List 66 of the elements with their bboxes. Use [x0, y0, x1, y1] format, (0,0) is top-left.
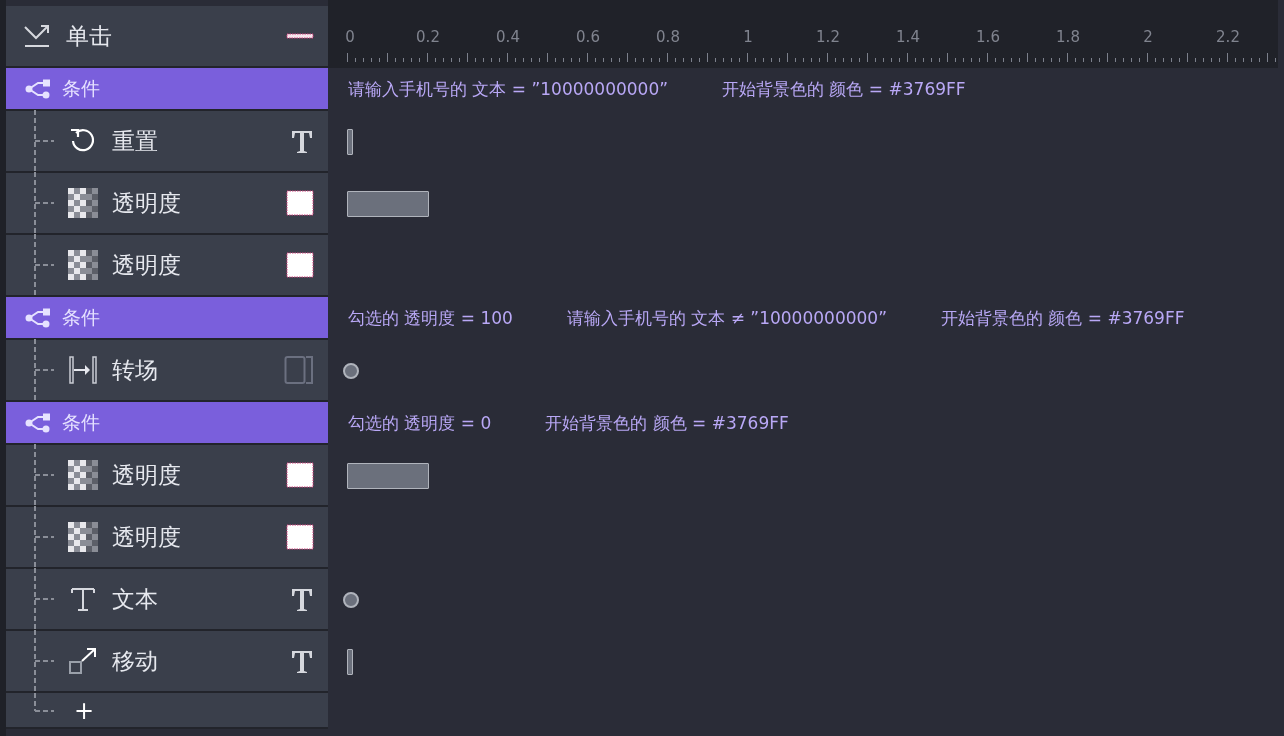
ruler-label: 1.6: [976, 28, 1000, 46]
ruler-label: 0.6: [576, 28, 600, 46]
condition-text: 勾选的 透明度 = 0: [348, 412, 492, 435]
timeline-dot: [343, 592, 359, 608]
checkerboard-icon: [68, 250, 98, 280]
condition-label: 条件: [62, 409, 100, 435]
tree-connector: [34, 234, 56, 296]
frame-icon: [284, 355, 314, 385]
condition-label: 条件: [62, 75, 100, 101]
action-label: 透明度: [112, 250, 182, 280]
checkerboard-icon: [68, 460, 98, 490]
condition-text: 开始背景色的 颜色 = #3769FF: [940, 307, 1185, 330]
action-row[interactable]: 重置: [6, 111, 328, 173]
action-label: 透明度: [112, 188, 182, 218]
action-row[interactable]: 文本: [6, 569, 328, 631]
action-row[interactable]: 透明度: [6, 507, 328, 569]
condition-text: 开始背景色的 颜色 = #3769FF: [545, 412, 789, 435]
trigger-label: 单击: [66, 21, 113, 51]
checkerboard-icon: [68, 188, 98, 218]
swatch-icon: [286, 462, 314, 488]
condition-row[interactable]: 条件: [6, 402, 328, 445]
condition-text: 开始背景色的 颜色 = #3769FF: [722, 78, 966, 101]
action-label: 透明度: [112, 460, 182, 490]
timeline-dot: [343, 363, 359, 379]
tree-connector: [34, 172, 56, 234]
transition-icon: [68, 355, 98, 385]
tree-connector: [34, 506, 56, 568]
checkerboard-icon: [68, 522, 98, 552]
action-label: 重置: [112, 126, 159, 156]
swatch-icon: [286, 252, 314, 278]
swatch-icon: [286, 524, 314, 550]
trigger-row[interactable]: 单击: [6, 6, 328, 68]
action-row[interactable]: 透明度: [6, 235, 328, 297]
tree-connector: [34, 444, 56, 506]
timeline-marker: [347, 649, 353, 675]
ruler-label: 1.4: [896, 28, 920, 46]
condition-row[interactable]: 条件: [6, 297, 328, 340]
action-row[interactable]: 透明度: [6, 173, 328, 235]
condition-text: 勾选的 透明度 = 100: [348, 307, 513, 330]
add-button[interactable]: +: [68, 699, 101, 723]
condition-label: 条件: [62, 304, 100, 330]
action-label: 文本: [112, 584, 159, 614]
action-label: 移动: [112, 646, 159, 676]
tree-connector: [34, 568, 56, 630]
timeline-marker: [347, 129, 353, 155]
ruler-label: 1.8: [1056, 28, 1080, 46]
ruler-label: 0: [345, 28, 355, 46]
action-row[interactable]: 转场: [6, 340, 328, 402]
ruler-label: 1: [743, 28, 753, 46]
action-label: 转场: [112, 355, 159, 385]
swatch-icon: [286, 190, 314, 216]
condition-text: 请输入手机号的 文本 ≠ ”10000000000”: [566, 307, 887, 330]
ruler-label: 0.8: [656, 28, 680, 46]
ruler-label: 0.4: [496, 28, 520, 46]
action-row[interactable]: 移动: [6, 631, 328, 693]
condition-row[interactable]: 条件: [6, 68, 328, 111]
tree-connector: [34, 339, 56, 401]
ruler-label: 2: [1143, 28, 1153, 46]
action-row[interactable]: 透明度: [6, 445, 328, 507]
tree-connector: [34, 110, 56, 172]
condition-text: 请输入手机号的 文本 = ”10000000000”: [348, 78, 669, 101]
move-icon: [68, 646, 98, 676]
action-label: 透明度: [112, 522, 182, 552]
ruler-label: 2.2: [1216, 28, 1240, 46]
ruler-label: 1.2: [816, 28, 840, 46]
ruler-label: 0.2: [416, 28, 440, 46]
